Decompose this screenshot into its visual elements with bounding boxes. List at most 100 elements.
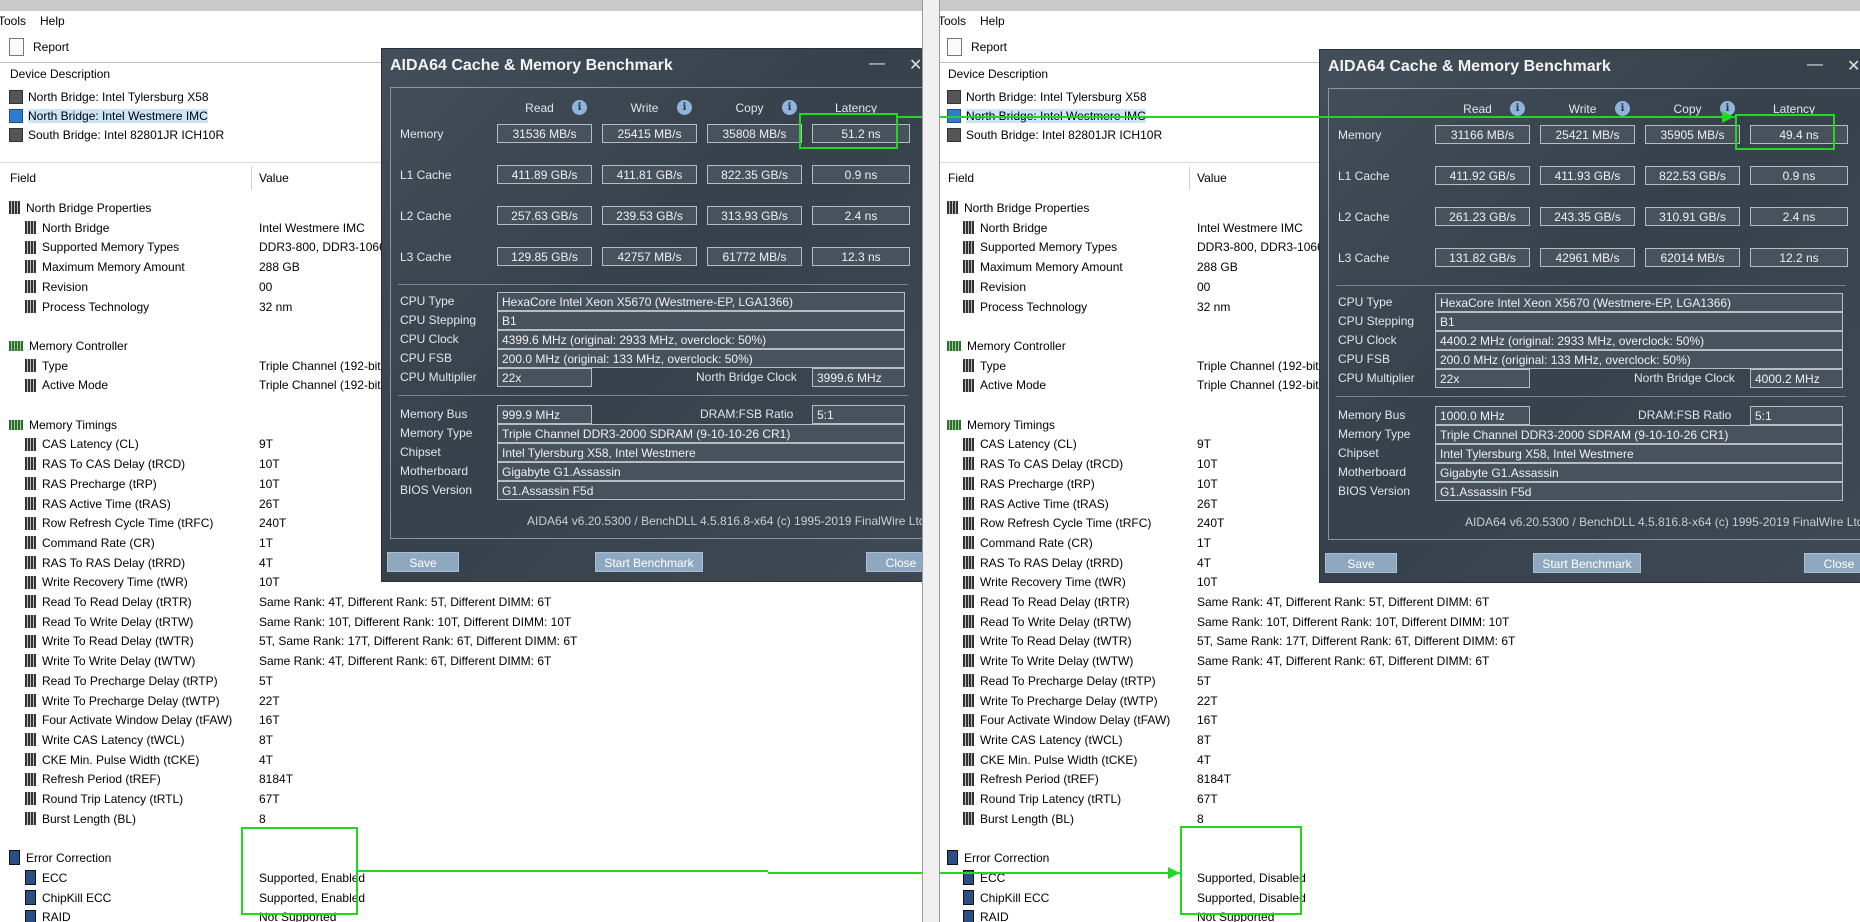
- field-row[interactable]: Row Refresh Cycle Time (tRFC): [25, 514, 213, 533]
- field-row[interactable]: Write To Write Delay (tWTW): [25, 652, 195, 671]
- section-ec[interactable]: Error Correction: [9, 849, 111, 868]
- field-row[interactable]: Round Trip Latency (tRTL): [25, 790, 183, 809]
- device-item[interactable]: South Bridge: Intel 82801JR ICH10R: [947, 126, 1162, 145]
- close-icon[interactable]: ✕: [1847, 56, 1860, 76]
- field-row[interactable]: Read To Precharge Delay (tRTP): [963, 672, 1156, 691]
- field-row[interactable]: Command Rate (CR): [963, 534, 1093, 553]
- field-row[interactable]: ChipKill ECC: [963, 889, 1049, 908]
- info-icon[interactable]: i: [572, 100, 587, 115]
- column-splitter[interactable]: [1189, 166, 1190, 190]
- minimize-icon[interactable]: —: [1807, 56, 1823, 74]
- section-mt[interactable]: Memory Timings: [947, 416, 1055, 435]
- field-row[interactable]: Read To Write Delay (tRTW): [25, 613, 193, 632]
- info-icon[interactable]: i: [1510, 101, 1525, 116]
- field-row[interactable]: Write To Read Delay (tWTR): [25, 632, 194, 651]
- info-icon[interactable]: i: [782, 100, 797, 115]
- section-mt[interactable]: Memory Timings: [9, 416, 117, 435]
- field-row[interactable]: CAS Latency (CL): [963, 435, 1077, 454]
- field-row[interactable]: Burst Length (BL): [25, 810, 136, 829]
- start-benchmark-button[interactable]: Start Benchmark: [595, 552, 703, 572]
- section-nb[interactable]: North Bridge Properties: [9, 199, 151, 218]
- field-row[interactable]: RAS To RAS Delay (tRRD): [963, 554, 1123, 573]
- menu-tools[interactable]: Tools: [938, 14, 966, 28]
- minimize-icon[interactable]: —: [869, 55, 885, 73]
- field-row[interactable]: CKE Min. Pulse Width (tCKE): [25, 751, 199, 770]
- field-row[interactable]: Process Technology: [25, 298, 149, 317]
- field-row[interactable]: North Bridge: [963, 219, 1047, 238]
- field-row[interactable]: Write Recovery Time (tWR): [25, 573, 188, 592]
- field-row[interactable]: Read To Write Delay (tRTW): [963, 613, 1131, 632]
- row-label: L1 Cache: [400, 168, 452, 182]
- device-item[interactable]: North Bridge: Intel Westmere IMC: [9, 107, 224, 126]
- field-row[interactable]: Burst Length (BL): [963, 810, 1074, 829]
- close-button[interactable]: Close: [866, 552, 922, 572]
- field-row[interactable]: Supported Memory Types: [25, 238, 179, 257]
- field-row[interactable]: ChipKill ECC: [25, 889, 111, 908]
- column-splitter[interactable]: [251, 166, 252, 190]
- device-item[interactable]: North Bridge: Intel Tylersburg X58: [9, 88, 224, 107]
- section-mc[interactable]: Memory Controller: [9, 337, 128, 356]
- field-row[interactable]: RAID: [25, 908, 71, 922]
- field-row[interactable]: Command Rate (CR): [25, 534, 155, 553]
- field-column-header[interactable]: Field: [948, 171, 974, 187]
- field-row[interactable]: Read To Read Delay (tRTR): [963, 593, 1130, 612]
- info-icon[interactable]: i: [677, 100, 692, 115]
- field-row[interactable]: Round Trip Latency (tRTL): [963, 790, 1121, 809]
- field-row[interactable]: RAS To RAS Delay (tRRD): [25, 554, 185, 573]
- field-row[interactable]: Write Recovery Time (tWR): [963, 573, 1126, 592]
- value-column-header[interactable]: Value: [259, 171, 289, 187]
- field-row[interactable]: Write To Read Delay (tWTR): [963, 632, 1132, 651]
- device-item[interactable]: South Bridge: Intel 82801JR ICH10R: [9, 126, 224, 145]
- field-row[interactable]: RAS Active Time (tRAS): [25, 495, 171, 514]
- save-button[interactable]: Save: [387, 552, 459, 572]
- field-row[interactable]: Write CAS Latency (tWCL): [963, 731, 1122, 750]
- field-row[interactable]: Four Activate Window Delay (tFAW): [25, 711, 232, 730]
- field-row[interactable]: RAS Precharge (tRP): [963, 475, 1095, 494]
- field-row[interactable]: Read To Precharge Delay (tRTP): [25, 672, 218, 691]
- field-row[interactable]: Maximum Memory Amount: [25, 258, 185, 277]
- field-row[interactable]: Write To Precharge Delay (tWTP): [25, 692, 220, 711]
- field-row[interactable]: North Bridge: [25, 219, 109, 238]
- save-button[interactable]: Save: [1325, 553, 1397, 573]
- field-row[interactable]: Type: [963, 357, 1006, 376]
- section-mc[interactable]: Memory Controller: [947, 337, 1066, 356]
- field-row[interactable]: Active Mode: [25, 376, 108, 395]
- menu-tools[interactable]: Tools: [0, 14, 26, 28]
- field-row[interactable]: CKE Min. Pulse Width (tCKE): [963, 751, 1137, 770]
- close-icon[interactable]: ✕: [909, 55, 922, 75]
- field-row[interactable]: RAS Precharge (tRP): [25, 475, 157, 494]
- device-item[interactable]: North Bridge: Intel Tylersburg X58: [947, 88, 1162, 107]
- field-row[interactable]: Maximum Memory Amount: [963, 258, 1123, 277]
- field-row[interactable]: Active Mode: [963, 376, 1046, 395]
- field-row[interactable]: Process Technology: [963, 298, 1087, 317]
- field-row[interactable]: CAS Latency (CL): [25, 435, 139, 454]
- field-row[interactable]: Type: [25, 357, 68, 376]
- section-ec[interactable]: Error Correction: [947, 849, 1049, 868]
- info-icon[interactable]: i: [1615, 101, 1630, 116]
- report-button[interactable]: Report: [9, 37, 69, 56]
- field-row[interactable]: Refresh Period (tREF): [25, 770, 161, 789]
- report-button[interactable]: Report: [947, 37, 1007, 56]
- field-row[interactable]: Row Refresh Cycle Time (tRFC): [963, 514, 1151, 533]
- field-row[interactable]: ECC: [25, 869, 67, 888]
- field-row[interactable]: Read To Read Delay (tRTR): [25, 593, 192, 612]
- field-row[interactable]: Four Activate Window Delay (tFAW): [963, 711, 1170, 730]
- field-row[interactable]: Revision: [25, 278, 88, 297]
- field-row[interactable]: RAS To CAS Delay (tRCD): [25, 455, 185, 474]
- close-button[interactable]: Close: [1804, 553, 1860, 573]
- value-column-header[interactable]: Value: [1197, 171, 1227, 187]
- field-row[interactable]: Write To Precharge Delay (tWTP): [963, 692, 1158, 711]
- section-nb[interactable]: North Bridge Properties: [947, 199, 1089, 218]
- menu-help[interactable]: Help: [40, 14, 65, 28]
- field-row[interactable]: Write CAS Latency (tWCL): [25, 731, 184, 750]
- menu-help[interactable]: Help: [980, 14, 1005, 28]
- field-row[interactable]: Write To Write Delay (tWTW): [963, 652, 1133, 671]
- field-row[interactable]: Supported Memory Types: [963, 238, 1117, 257]
- field-row[interactable]: RAID: [963, 908, 1009, 922]
- start-benchmark-button[interactable]: Start Benchmark: [1533, 553, 1641, 573]
- field-column-header[interactable]: Field: [10, 171, 36, 187]
- field-row[interactable]: RAS To CAS Delay (tRCD): [963, 455, 1123, 474]
- field-row[interactable]: RAS Active Time (tRAS): [963, 495, 1109, 514]
- field-row[interactable]: Refresh Period (tREF): [963, 770, 1099, 789]
- field-row[interactable]: Revision: [963, 278, 1026, 297]
